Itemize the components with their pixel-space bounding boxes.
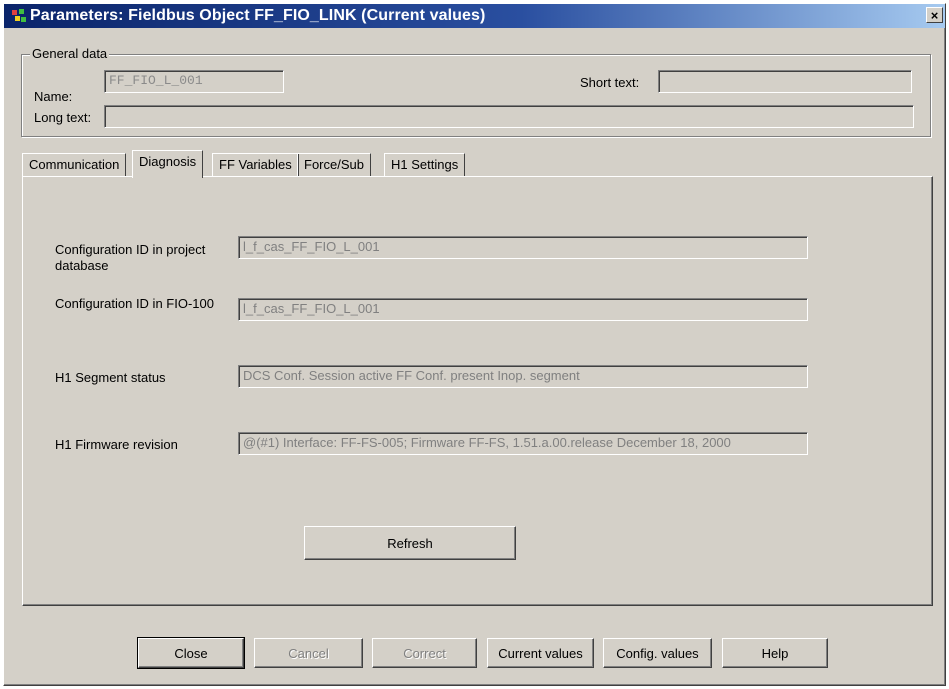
segment-status-label: H1 Segment status (55, 370, 166, 385)
close-button[interactable]: Close (137, 637, 245, 669)
tab-h1-settings[interactable]: H1 Settings (384, 153, 466, 177)
close-icon: × (930, 7, 939, 23)
refresh-button[interactable]: Refresh (304, 526, 516, 560)
general-data-legend: General data (30, 46, 110, 61)
short-text-field[interactable] (658, 70, 912, 93)
help-button[interactable]: Help (722, 638, 828, 668)
cancel-button[interactable]: Cancel (254, 638, 363, 668)
config-id-project-field[interactable]: l_f_cas_FF_FIO_L_001 (238, 236, 808, 259)
config-id-fio-label: Configuration ID in FIO-100 (55, 296, 214, 311)
tab-ff-variables[interactable]: FF Variables (212, 153, 299, 177)
tab-diagnosis[interactable]: Diagnosis (132, 150, 204, 178)
short-text-label: Short text: (580, 75, 640, 90)
firmware-label: H1 Firmware revision (55, 437, 178, 452)
config-id-fio-field[interactable]: l_f_cas_FF_FIO_L_001 (238, 298, 808, 321)
name-field[interactable]: FF_FIO_L_001 (104, 70, 284, 93)
name-label: Name: (34, 89, 73, 104)
tab-force-sub[interactable]: Force/Sub (297, 153, 371, 177)
correct-button[interactable]: Correct (372, 638, 477, 668)
tab-communication[interactable]: Communication (22, 153, 127, 177)
config-id-project-label: Configuration ID in project database (55, 242, 206, 273)
firmware-field[interactable]: @(#1) Interface: FF-FS-005; Firmware FF-… (238, 432, 808, 455)
long-text-label: Long text: (34, 110, 92, 125)
window-title: Parameters: Fieldbus Object FF_FIO_LINK … (30, 7, 486, 24)
title-bar[interactable]: Parameters: Fieldbus Object FF_FIO_LINK … (4, 4, 945, 28)
fieldbus-app-icon (10, 7, 28, 25)
segment-status-field[interactable]: DCS Conf. Session active FF Conf. presen… (238, 365, 808, 388)
close-window-button[interactable]: × (926, 7, 943, 23)
current-values-button[interactable]: Current values (487, 638, 594, 668)
config-values-button[interactable]: Config. values (603, 638, 712, 668)
long-text-field[interactable] (104, 105, 914, 128)
